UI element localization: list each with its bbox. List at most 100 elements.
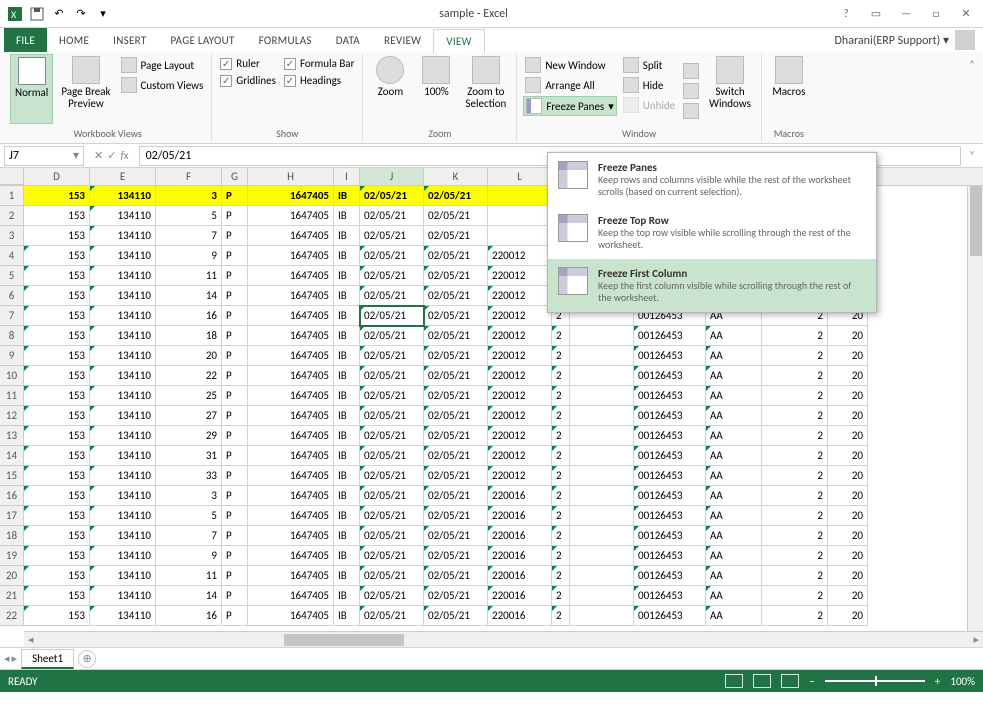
cell[interactable] (570, 546, 634, 566)
cell[interactable]: IB (334, 206, 360, 226)
cell[interactable]: 1647405 (248, 406, 334, 426)
cell[interactable]: AA (706, 326, 762, 346)
cell[interactable]: 00126453 (634, 446, 706, 466)
cell[interactable]: 134110 (90, 466, 156, 486)
cell[interactable]: 20 (828, 386, 868, 406)
page-break-view-icon[interactable] (781, 674, 799, 688)
cell[interactable]: AA (706, 386, 762, 406)
ruler-checkbox[interactable]: Ruler (218, 56, 278, 71)
cell[interactable]: 02/05/21 (424, 366, 488, 386)
fx-icon[interactable]: fx (120, 149, 128, 162)
sheet-tab[interactable]: Sheet1 (21, 649, 74, 669)
cell[interactable]: 00126453 (634, 426, 706, 446)
row-header[interactable]: 14 (0, 446, 24, 466)
cell[interactable]: 20 (828, 606, 868, 626)
cell[interactable]: 153 (24, 546, 90, 566)
split-button[interactable]: Split (621, 56, 677, 74)
zoom-100-button[interactable]: 100% (415, 54, 457, 124)
excel-icon[interactable]: X (4, 3, 26, 25)
cancel-formula-icon[interactable]: ✕ (94, 149, 103, 162)
cell[interactable]: 2 (552, 346, 570, 366)
cell[interactable]: 1647405 (248, 186, 334, 206)
cell[interactable]: 134110 (90, 186, 156, 206)
cell[interactable] (488, 186, 552, 206)
cell[interactable]: 02/05/21 (360, 346, 424, 366)
cell[interactable]: 00126453 (634, 406, 706, 426)
cell[interactable]: P (222, 426, 248, 446)
cell[interactable]: 153 (24, 466, 90, 486)
cell[interactable]: 00126453 (634, 586, 706, 606)
cell[interactable]: 1647405 (248, 226, 334, 246)
cell[interactable]: 134110 (90, 246, 156, 266)
cell[interactable]: 2 (762, 366, 828, 386)
cell[interactable]: AA (706, 506, 762, 526)
tab-page-layout[interactable]: PAGE LAYOUT (158, 28, 246, 52)
cell[interactable] (570, 326, 634, 346)
cell[interactable]: 2 (762, 346, 828, 366)
zoom-button[interactable]: Zoom (369, 54, 411, 124)
col-header-J[interactable]: J (360, 168, 424, 185)
cell[interactable]: 02/05/21 (360, 586, 424, 606)
cell[interactable]: 14 (156, 586, 222, 606)
cell[interactable]: 02/05/21 (424, 226, 488, 246)
row-header[interactable]: 13 (0, 426, 24, 446)
col-header-K[interactable]: K (424, 168, 488, 185)
cell[interactable]: 1647405 (248, 426, 334, 446)
cell[interactable]: P (222, 606, 248, 626)
cell[interactable]: 20 (828, 506, 868, 526)
cell[interactable]: 20 (828, 346, 868, 366)
col-header-H[interactable]: H (248, 168, 334, 185)
cell[interactable]: 00126453 (634, 326, 706, 346)
cell[interactable]: 00126453 (634, 526, 706, 546)
user-label[interactable]: Dharani(ERP Support) ▾ (835, 33, 949, 48)
normal-view-button[interactable]: Normal (10, 54, 53, 124)
cell[interactable]: 220016 (488, 566, 552, 586)
cell[interactable]: 153 (24, 226, 90, 246)
minimize-icon[interactable]: — (893, 4, 919, 24)
cell[interactable]: 1647405 (248, 286, 334, 306)
cell[interactable]: IB (334, 566, 360, 586)
cell[interactable]: 02/05/21 (424, 486, 488, 506)
cell[interactable]: 2 (762, 546, 828, 566)
cell[interactable]: 00126453 (634, 566, 706, 586)
row-header[interactable]: 17 (0, 506, 24, 526)
cell[interactable]: P (222, 586, 248, 606)
cell[interactable]: 02/05/21 (424, 426, 488, 446)
cell[interactable] (570, 466, 634, 486)
cell[interactable]: 02/05/21 (360, 526, 424, 546)
tab-file[interactable]: FILE (4, 28, 47, 52)
col-header-I[interactable]: I (334, 168, 360, 185)
cell[interactable]: IB (334, 586, 360, 606)
cell[interactable]: AA (706, 486, 762, 506)
cell[interactable]: 14 (156, 286, 222, 306)
zoom-in-icon[interactable]: + (935, 675, 940, 688)
cell[interactable]: 02/05/21 (424, 406, 488, 426)
cell[interactable]: 00126453 (634, 486, 706, 506)
cell[interactable]: 02/05/21 (360, 246, 424, 266)
view-side-by-side-icon[interactable] (681, 62, 701, 80)
cell[interactable]: 02/05/21 (424, 606, 488, 626)
cell[interactable]: 134110 (90, 446, 156, 466)
tab-insert[interactable]: INSERT (101, 28, 158, 52)
page-layout-button[interactable]: Page Layout (119, 56, 206, 74)
custom-views-button[interactable]: Custom Views (119, 76, 206, 94)
cell[interactable]: 1647405 (248, 486, 334, 506)
cell[interactable]: 220012 (488, 286, 552, 306)
cell[interactable]: 33 (156, 466, 222, 486)
cell[interactable]: P (222, 306, 248, 326)
row-header[interactable]: 2 (0, 206, 24, 226)
row-header[interactable]: 19 (0, 546, 24, 566)
cell[interactable]: 1647405 (248, 546, 334, 566)
cell[interactable]: 00126453 (634, 506, 706, 526)
cell[interactable]: P (222, 266, 248, 286)
cell[interactable]: AA (706, 466, 762, 486)
expand-formula-bar-icon[interactable]: ˅ (965, 149, 979, 162)
col-header-D[interactable]: D (24, 168, 90, 185)
zoom-slider[interactable] (825, 680, 925, 682)
cell[interactable]: 1647405 (248, 586, 334, 606)
cell[interactable]: 02/05/21 (360, 186, 424, 206)
cell[interactable]: 02/05/21 (360, 386, 424, 406)
cell[interactable]: IB (334, 286, 360, 306)
col-header-G[interactable]: G (222, 168, 248, 185)
cell[interactable]: 02/05/21 (424, 466, 488, 486)
